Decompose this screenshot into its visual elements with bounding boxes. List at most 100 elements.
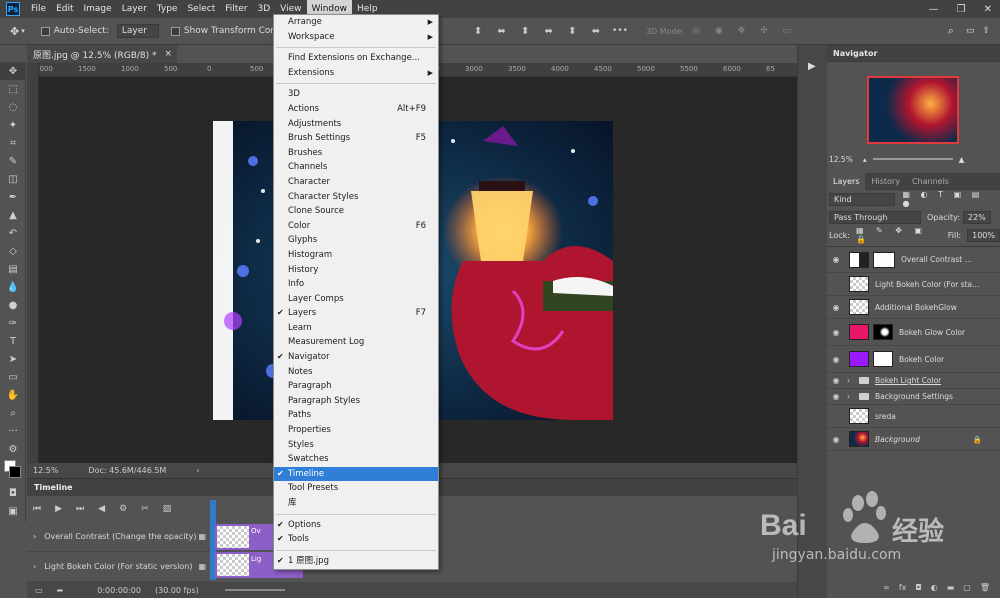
- zoom-out-icon[interactable]: ▴: [863, 155, 867, 164]
- layer-row[interactable]: ◉ Background 🔒: [827, 428, 1000, 451]
- zoom-tool-icon[interactable]: ⌕: [0, 404, 26, 422]
- tab-channels[interactable]: Channels: [906, 173, 955, 190]
- blend-mode-dropdown[interactable]: Pass Through: [829, 210, 921, 224]
- menu-item[interactable]: History: [274, 263, 438, 278]
- menu-item[interactable]: Layer Comps: [274, 292, 438, 307]
- menu-item[interactable]: Styles: [274, 438, 438, 453]
- menu-item[interactable]: Paragraph: [274, 379, 438, 394]
- menu-item[interactable]: Brushes: [274, 146, 438, 161]
- chevron-right-icon[interactable]: ›: [847, 376, 850, 385]
- crop-tool-icon[interactable]: ⌗: [0, 134, 26, 152]
- document-info[interactable]: Doc: 45.6M/446.5M: [88, 466, 166, 475]
- hand-tool-icon[interactable]: ✋: [0, 386, 26, 404]
- move-tool-icon[interactable]: ✥: [10, 25, 19, 38]
- layer-kind-filter[interactable]: Kind: [829, 192, 895, 206]
- foreground-background-colors[interactable]: [0, 458, 25, 484]
- align-icons[interactable]: ⬍ ⬌ ⬍ ⬌ ⬍ ⬌: [474, 26, 606, 37]
- menu-item[interactable]: Paths: [274, 408, 438, 423]
- menu-item[interactable]: Paragraph Styles: [274, 394, 438, 409]
- healing-brush-icon[interactable]: ◫: [0, 170, 26, 188]
- menu-item[interactable]: Measurement Log: [274, 335, 438, 350]
- menu-image[interactable]: Image: [79, 0, 117, 18]
- trash-icon[interactable]: 🗑: [980, 583, 990, 598]
- transition-icon[interactable]: ▨: [163, 504, 172, 514]
- layer-row[interactable]: ◉ Bokeh Glow Color: [827, 319, 1000, 346]
- tab-layers[interactable]: Layers: [827, 172, 866, 190]
- play-actions-icon[interactable]: ▶: [808, 61, 816, 72]
- menu-item[interactable]: ✔ Options: [274, 518, 438, 533]
- menu-item[interactable]: Histogram: [274, 248, 438, 263]
- menu-item[interactable]: 库: [274, 496, 438, 511]
- chevron-right-icon[interactable]: ›: [33, 562, 36, 571]
- eye-icon[interactable]: ◉: [827, 376, 845, 385]
- menu-item[interactable]: Arrange ▶: [274, 15, 438, 30]
- menu-item[interactable]: Clone Source: [274, 204, 438, 219]
- next-frame-icon[interactable]: ⏭: [76, 504, 84, 514]
- history-brush-icon[interactable]: ↶: [0, 224, 26, 242]
- menu-item[interactable]: ✔ Navigator: [274, 350, 438, 365]
- menu-item[interactable]: Actions Alt+F9: [274, 102, 438, 117]
- menu-item[interactable]: Glyphs: [274, 233, 438, 248]
- dodge-tool-icon[interactable]: ●: [0, 296, 26, 314]
- menu-item[interactable]: Swatches: [274, 452, 438, 467]
- document-tab[interactable]: 原图.jpg @ 12.5% (RGB/8) * ×: [27, 45, 177, 63]
- menu-item[interactable]: Character Styles: [274, 190, 438, 205]
- 3d-tools-icons[interactable]: ◎ ◉ ✥ ✣ ▭: [692, 26, 797, 36]
- menu-item[interactable]: Extensions ▶: [274, 66, 438, 81]
- settings-icon[interactable]: ⚙: [119, 504, 127, 514]
- menu-item[interactable]: 3D: [274, 87, 438, 102]
- navigator-tab[interactable]: Navigator: [833, 49, 877, 58]
- auto-select-checkbox[interactable]: [40, 26, 50, 36]
- eye-icon[interactable]: ◉: [827, 303, 845, 312]
- menu-item[interactable]: Color F6: [274, 219, 438, 234]
- zoom-in-icon[interactable]: ▲: [959, 155, 965, 164]
- chevron-right-icon[interactable]: ›: [847, 392, 850, 401]
- menu-item[interactable]: ✔ Tools: [274, 532, 438, 547]
- menu-item[interactable]: Notes: [274, 365, 438, 380]
- menu-item[interactable]: Brush Settings F5: [274, 131, 438, 146]
- menu-item[interactable]: Adjustments: [274, 117, 438, 132]
- menu-layer[interactable]: Layer: [117, 0, 152, 18]
- audio-icon[interactable]: ◀: [98, 504, 105, 514]
- menu-item[interactable]: Learn: [274, 321, 438, 336]
- brush-tool-icon[interactable]: ✒: [0, 188, 26, 206]
- menu-item[interactable]: Tool Presets: [274, 481, 438, 496]
- move-tool-icon[interactable]: ✥: [0, 62, 26, 80]
- layer-row[interactable]: sreda: [827, 405, 1000, 428]
- magic-wand-icon[interactable]: ✦: [0, 116, 26, 134]
- menu-edit[interactable]: Edit: [51, 0, 78, 18]
- layer-row[interactable]: ◉ Additional BokehGlow: [827, 296, 1000, 319]
- menu-filter[interactable]: Filter: [220, 0, 252, 18]
- quick-mask-icon[interactable]: ◘: [0, 484, 26, 502]
- menu-file[interactable]: File: [26, 0, 51, 18]
- frame-animation-icon[interactable]: ▭: [35, 586, 43, 595]
- tab-history[interactable]: History: [865, 173, 905, 190]
- more-tools-icon[interactable]: ···: [0, 422, 26, 440]
- edit-toolbar-icon[interactable]: ⚙: [0, 440, 26, 458]
- navigator-zoom-value[interactable]: 12.5%: [829, 155, 853, 164]
- eraser-icon[interactable]: ◇: [0, 242, 26, 260]
- workspace-icon[interactable]: ▭: [966, 26, 975, 36]
- restore-icon[interactable]: ❐: [957, 4, 966, 15]
- timeline-track[interactable]: › Overall Contrast (Change the opacity) …: [27, 522, 210, 552]
- minimize-icon[interactable]: —: [929, 4, 939, 15]
- lock-icons[interactable]: ▦ ✎ ✥ ▣ 🔒: [856, 226, 934, 244]
- menu-select[interactable]: Select: [182, 0, 220, 18]
- path-select-icon[interactable]: ➤: [0, 350, 26, 368]
- auto-select-dropdown[interactable]: Layer: [116, 24, 159, 38]
- type-tool-icon[interactable]: T: [0, 332, 26, 350]
- layer-row[interactable]: ◉ Overall Contrast ...: [827, 247, 1000, 273]
- menu-item[interactable]: Character: [274, 175, 438, 190]
- menu-item[interactable]: ✔ 1 原图.jpg: [274, 554, 438, 569]
- transform-controls-checkbox[interactable]: [170, 26, 180, 36]
- zoom-slider[interactable]: [224, 589, 285, 591]
- new-layer-icon[interactable]: ▢: [963, 583, 971, 598]
- split-icon[interactable]: ✂: [141, 504, 149, 514]
- menu-item[interactable]: Properties: [274, 423, 438, 438]
- navigator-zoom-slider[interactable]: [872, 158, 953, 160]
- play-icon[interactable]: ▶: [55, 504, 62, 514]
- film-icon[interactable]: ▦: [198, 532, 206, 541]
- close-icon[interactable]: ✕: [984, 4, 992, 15]
- gradient-icon[interactable]: ▤: [0, 260, 26, 278]
- menu-item[interactable]: Workspace ▶: [274, 30, 438, 45]
